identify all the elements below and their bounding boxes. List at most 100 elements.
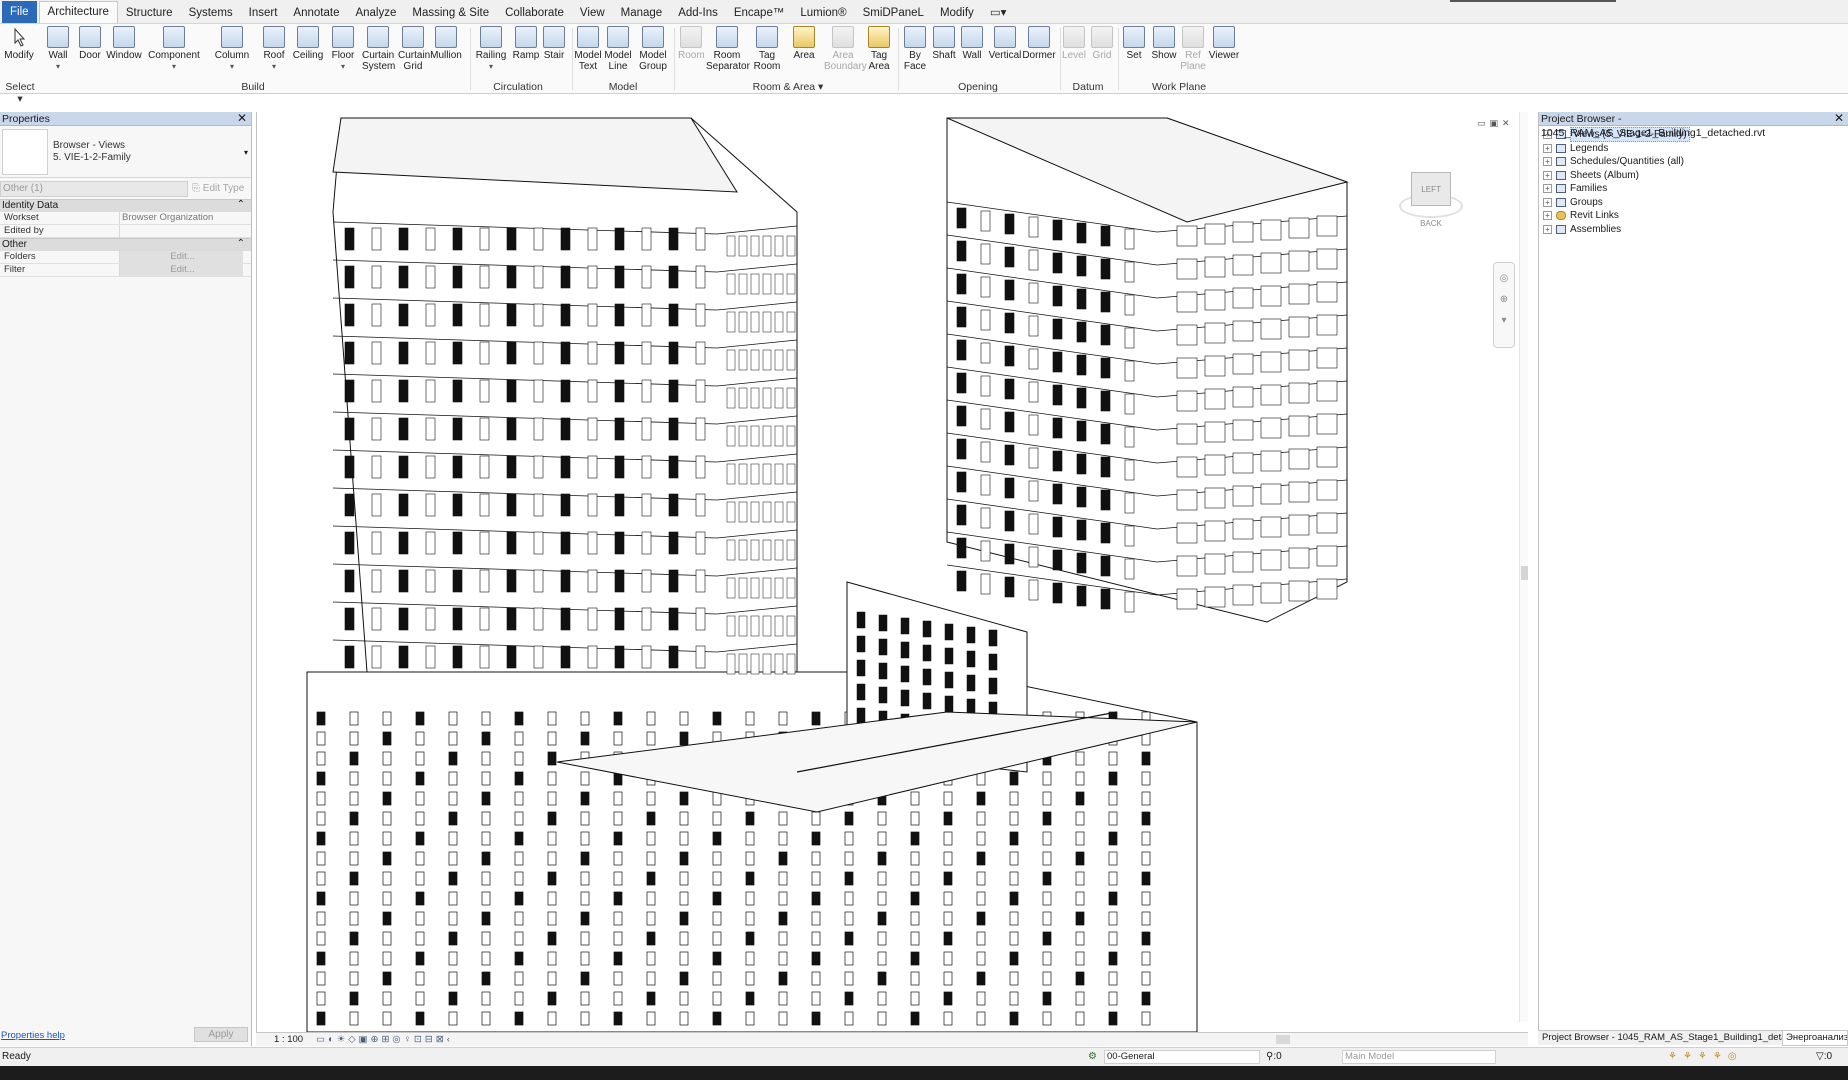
- roof-button[interactable]: Roof ▾: [262, 26, 286, 72]
- title-search-box[interactable]: [1450, 0, 1616, 2]
- column-button[interactable]: Column ▾: [214, 26, 250, 72]
- model-line-button[interactable]: Model Line: [604, 26, 632, 72]
- tab-architecture[interactable]: Architecture: [38, 1, 118, 23]
- expand-icon[interactable]: +: [1543, 197, 1552, 207]
- scrollbar-thumb[interactable]: [1521, 566, 1528, 580]
- tag-area-button[interactable]: Tag Area: [866, 26, 892, 72]
- mullion-button[interactable]: Mullion: [430, 26, 462, 61]
- collapse-icon[interactable]: ⌃: [237, 199, 245, 211]
- vertical-opening-button[interactable]: Vertical: [988, 26, 1022, 61]
- expand-icon[interactable]: +: [1543, 157, 1552, 167]
- tab-lumion[interactable]: Lumion®: [792, 3, 854, 23]
- expand-icon[interactable]: +: [1543, 211, 1552, 221]
- tab-file[interactable]: File: [2, 1, 37, 23]
- tab-manage[interactable]: Manage: [613, 3, 671, 23]
- set-work-plane-button[interactable]: Set: [1122, 26, 1146, 61]
- tab-structure[interactable]: Structure: [118, 3, 181, 23]
- ref-plane-button[interactable]: Ref Plane: [1180, 26, 1206, 72]
- area-button[interactable]: Area: [790, 26, 818, 61]
- wall-button[interactable]: Wall ▾: [46, 26, 70, 72]
- floor-button[interactable]: Floor ▾: [330, 26, 356, 72]
- door-button[interactable]: Door: [77, 26, 103, 61]
- panel-label-room-area[interactable]: Room & Area ▾: [740, 81, 836, 93]
- horizontal-scrollbar-thumb[interactable]: [1276, 1035, 1290, 1044]
- drawing-area[interactable]: ▭▣✕ LEFT BACK ◎ ⊕ ▾: [256, 112, 1528, 1032]
- tab-modify[interactable]: Modify: [932, 3, 982, 23]
- area-boundary-button[interactable]: Area Boundary: [824, 26, 867, 72]
- navigation-bar[interactable]: ◎ ⊕ ▾: [1493, 262, 1515, 348]
- filter-count[interactable]: ▽:0: [1816, 1048, 1832, 1066]
- edit-button[interactable]: Edit...: [120, 264, 243, 276]
- expand-icon[interactable]: +: [1543, 170, 1552, 180]
- curtain-grid-button[interactable]: Curtain Grid: [398, 26, 430, 72]
- browser-tree-item[interactable]: + Sheets (Album): [1543, 169, 1848, 183]
- grid-button[interactable]: Grid: [1090, 26, 1114, 61]
- properties-help-link[interactable]: Properties help: [1, 1030, 65, 1041]
- active-workset-select[interactable]: 00-General: [1104, 1050, 1260, 1064]
- show-work-plane-button[interactable]: Show: [1150, 26, 1178, 61]
- close-icon[interactable]: ✕: [1834, 111, 1844, 125]
- chevron-down-icon[interactable]: ▾: [244, 148, 248, 157]
- chevron-down-icon[interactable]: ▾: [1494, 315, 1514, 326]
- tab-smidpanel[interactable]: SmiDPaneL: [855, 3, 932, 23]
- building-3d-model[interactable]: [257, 112, 1519, 1032]
- close-icon[interactable]: ✕: [237, 111, 247, 125]
- type-selector[interactable]: Browser - Views 5. VIE-1-2-Family ▾: [0, 126, 251, 178]
- apply-button[interactable]: Apply: [194, 1027, 248, 1042]
- browser-tree-item[interactable]: + Families: [1543, 182, 1848, 196]
- curtain-system-button[interactable]: Curtain System: [362, 26, 395, 72]
- view-control-icons[interactable]: ▭◐☀◇▣⊕⊞◎♀⊡⊟⊠‹: [316, 1033, 453, 1046]
- room-button[interactable]: Room: [678, 26, 705, 61]
- tab-insert[interactable]: Insert: [241, 3, 286, 23]
- tab-systems[interactable]: Systems: [181, 3, 241, 23]
- modify-button[interactable]: Modify: [4, 26, 34, 61]
- ceiling-button[interactable]: Ceiling: [292, 26, 324, 61]
- viewcube-face[interactable]: LEFT BACK: [1411, 172, 1451, 228]
- wall-opening-button[interactable]: Wall: [960, 26, 984, 61]
- worksets-icon[interactable]: ⚙: [1088, 1048, 1097, 1066]
- tab-massing-site[interactable]: Massing & Site: [404, 3, 497, 23]
- vertical-scrollbar[interactable]: [1519, 112, 1528, 1022]
- property-group-header[interactable]: Identity Data ⌃: [0, 199, 251, 212]
- tab-add-ins[interactable]: Add-Ins: [670, 3, 726, 23]
- browser-tree-item[interactable]: + Revit Links: [1543, 209, 1848, 223]
- zoom-icon[interactable]: ⊕: [1494, 294, 1514, 305]
- browser-tree-item[interactable]: + Assemblies: [1543, 223, 1848, 237]
- property-group-header[interactable]: Other ⌃: [0, 238, 251, 251]
- tab-project-browser[interactable]: Project Browser - 1045_RAM_AS_Stage1_Bui…: [1542, 1031, 1810, 1045]
- railing-button[interactable]: Railing ▾: [475, 26, 507, 72]
- model-group-button[interactable]: Model Group: [636, 26, 670, 72]
- view-scale[interactable]: 1 : 100: [274, 1033, 303, 1046]
- expand-icon[interactable]: +: [1543, 224, 1552, 234]
- ribbon-minimize-icon[interactable]: ▭▾: [982, 3, 1015, 23]
- shaft-button[interactable]: Shaft: [930, 26, 958, 61]
- browser-tree-item[interactable]: + Schedules/Quantities (all): [1543, 155, 1848, 169]
- panel-label-select[interactable]: Select ▾: [2, 81, 38, 105]
- tab-enscape[interactable]: Encape™: [726, 3, 793, 23]
- level-button[interactable]: Level: [1062, 26, 1086, 61]
- collapse-icon[interactable]: ⌃: [237, 238, 245, 250]
- edit-button[interactable]: Edit...: [120, 251, 243, 263]
- room-separator-button[interactable]: Room Separator: [706, 26, 750, 72]
- viewer-button[interactable]: Viewer: [1208, 26, 1240, 61]
- instance-filter-select[interactable]: Other (1): [0, 181, 188, 197]
- steering-wheel-icon[interactable]: ◎: [1494, 273, 1514, 284]
- tab-annotate[interactable]: Annotate: [285, 3, 347, 23]
- tab-energy-analysis[interactable]: Энергоанализ: [1782, 1031, 1848, 1046]
- viewcube[interactable]: LEFT BACK: [1395, 168, 1465, 228]
- editable-only-count[interactable]: ⚲:0: [1266, 1048, 1282, 1066]
- tab-collaborate[interactable]: Collaborate: [497, 3, 572, 23]
- browser-tree-item[interactable]: + Legends: [1543, 142, 1848, 156]
- tab-analyze[interactable]: Analyze: [347, 3, 404, 23]
- tab-view[interactable]: View: [572, 3, 613, 23]
- browser-tree-item[interactable]: + Groups: [1543, 196, 1848, 210]
- selection-option-icons[interactable]: ⚘⚘⚘⚘◎: [1668, 1048, 1743, 1066]
- component-button[interactable]: Component ▾: [148, 26, 200, 72]
- tag-room-button[interactable]: Tag Room: [752, 26, 782, 72]
- view-window-controls[interactable]: ▭▣✕: [1477, 118, 1514, 129]
- expand-icon[interactable]: +: [1543, 184, 1552, 194]
- dormer-button[interactable]: Dormer: [1022, 26, 1056, 61]
- window-button[interactable]: Window: [106, 26, 142, 61]
- edit-type-button[interactable]: ⎘ Edit Type: [192, 181, 244, 197]
- design-option-select[interactable]: Main Model: [1342, 1050, 1496, 1064]
